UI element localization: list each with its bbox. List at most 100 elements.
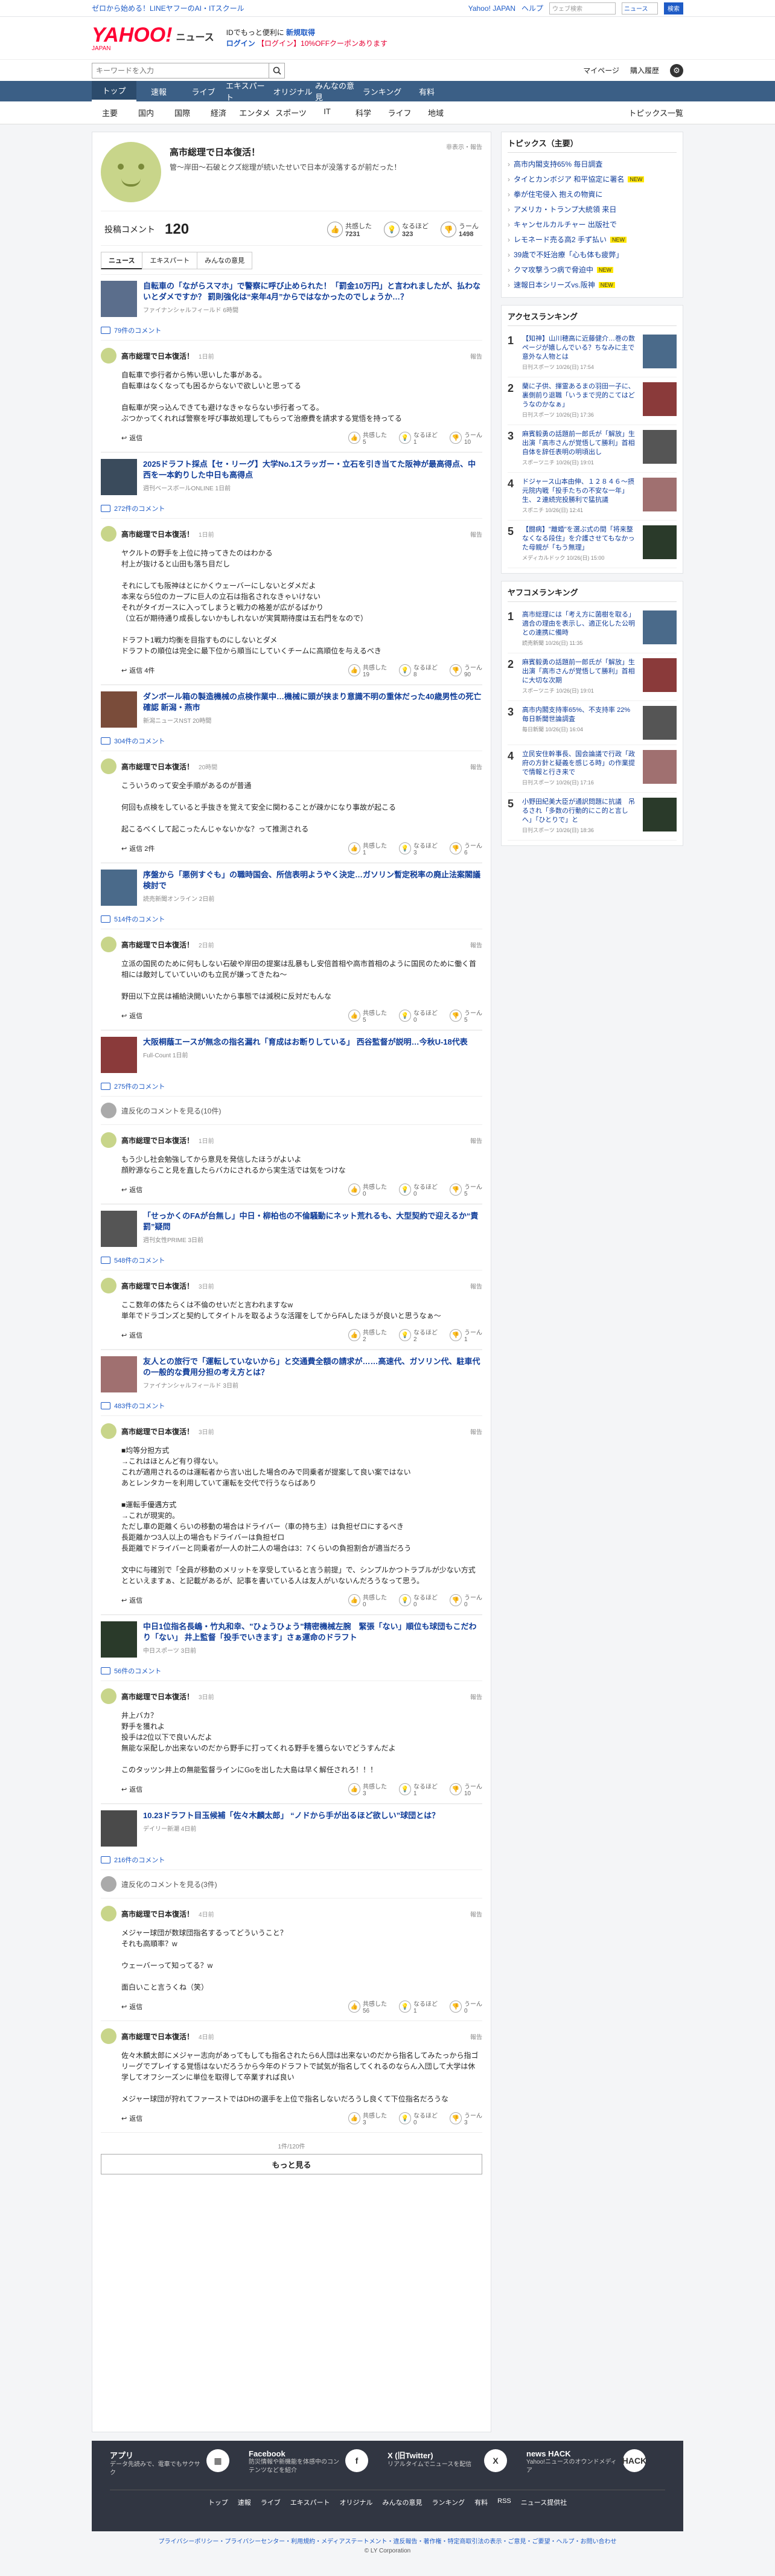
topics-list-link[interactable]: トピックス一覧 — [628, 107, 683, 118]
tab-expert[interactable]: エキスパート — [142, 252, 198, 269]
tab-news[interactable]: ニュース — [101, 252, 143, 269]
footer-link[interactable]: 有料 — [474, 2498, 488, 2507]
comment-count-link[interactable]: 304件のコメント — [101, 731, 482, 751]
comment-author[interactable]: 高市総理で日本復活！ — [121, 940, 194, 950]
topic-title[interactable]: 中日1位指名長嶋・竹丸和幸、"ひょうひょう"精密機械左腕 緊張「ない」順位も球団… — [143, 1621, 482, 1643]
access-ranking-item[interactable]: 5 【闘病】"離婚"を選ぶ式の間「将来整なくなる段住」を介護させてもなかった母親が… — [508, 521, 677, 568]
search-scope-select[interactable]: ニュース — [622, 2, 658, 14]
agree-button[interactable]: 👍 共感した 0 — [348, 1592, 387, 1608]
comment-count-link[interactable]: 548件のコメント — [101, 1251, 482, 1270]
hmm-button[interactable]: 👎 うーん 5 — [450, 1008, 482, 1024]
footer-link[interactable]: みんなの意見 — [382, 2498, 422, 2507]
insightful-button[interactable]: 💡 なるほど 3 — [399, 841, 438, 856]
school-promo-link[interactable]: ゼロから始める！LINEヤフーのAI・ITスクール — [92, 3, 244, 13]
hide-report-link[interactable]: 非表示・報告 — [446, 142, 482, 158]
insightful-button[interactable]: 💡 なるほど 0 — [399, 2110, 438, 2126]
reply-button[interactable]: ↩ 返信 — [121, 433, 142, 443]
help-link[interactable]: ヘルプ — [521, 3, 543, 13]
topic-link[interactable]: 友人との旅行で「運転していないから」と交通費全額の請求が……高速代、ガソリン代、… — [101, 1356, 482, 1392]
comment-ranking-item[interactable]: 1 高市総理には「考え方に菌樹を取る」適合の理由を表示し、適正化した公明との連携に… — [508, 606, 677, 653]
agree-button[interactable]: 👍 共感した 19 — [348, 662, 387, 678]
topic-link[interactable]: 中日1位指名長嶋・竹丸和幸、"ひょうひょう"精密機械左腕 緊張「ない」順位も球団… — [101, 1621, 482, 1658]
hidden-comments-link[interactable]: 違反化のコメントを見る(3件) — [101, 1870, 482, 1898]
topic-link[interactable]: 「せっかくのFAが台無し」中日・柳柏也の不倫騒動にネット荒れるも、大型契約で迎え… — [101, 1211, 482, 1247]
topic-title[interactable]: 10.23ドラフト目玉候補「佐々木麟太郎」 “ノドから手が出るほど欲しい”球団と… — [143, 1810, 439, 1821]
comment-count-link[interactable]: 275件のコメント — [101, 1077, 482, 1097]
web-search-button[interactable]: 検索 — [664, 2, 683, 14]
topic-item[interactable]: › アメリカ・トランプ大統領 来日 — [508, 202, 677, 217]
footer-link[interactable]: オリジナル — [339, 2498, 372, 2507]
footer-xtwitter-item[interactable]: X (旧Twitter) リアルタイムでニュースを配信 X — [388, 2449, 526, 2478]
comment-author[interactable]: 高市総理で日本復活！ — [121, 2031, 194, 2042]
load-more-button[interactable]: もっと見る — [101, 2154, 482, 2174]
comment-ranking-item[interactable]: 5 小野田紀美大臣が通訳問題に抗議 吊るされ「多数の行動的にこ的と言しへ」「ひとり… — [508, 793, 677, 841]
insightful-button[interactable]: 💡 なるほど 0 — [399, 1182, 438, 1197]
snav-it[interactable]: IT — [309, 107, 345, 118]
report-link[interactable]: 報告 — [470, 1281, 482, 1290]
access-ranking-item[interactable]: 3 麻賓毅勇の話題前一郎氏が「解放」生出演「高市さんが覚悟して勝利」首相自体を辞任… — [508, 425, 677, 473]
hmm-button[interactable]: 👎 うーん 6 — [450, 841, 482, 856]
topic-link[interactable]: 自転車の「ながらスマホ」で警察に呼び止められた！「罰金10万円」と言われましたが… — [101, 281, 482, 317]
topic-link[interactable]: 大阪桐蔭エースが無念の指名漏れ「育成はお断りしている」 西谷監督が説明…今秋U-… — [101, 1037, 482, 1073]
hmm-button[interactable]: 👎 うーん 1 — [450, 1327, 482, 1343]
topic-title[interactable]: 序盤から「悪例すぐも」の職時国会、所信表明ようやく決定…ガソリン暫定税率の廃止法… — [143, 870, 482, 891]
footer-link[interactable]: ライブ — [261, 2498, 281, 2507]
topic-item[interactable]: › 拳が住宅侵入 抱えの物資に — [508, 187, 677, 202]
register-link[interactable]: 新規取得 — [286, 28, 315, 37]
tab-opinions[interactable]: みんなの意見 — [197, 252, 253, 269]
topic-item[interactable]: › 速報日本シリーズvs.阪神 NEW — [508, 277, 677, 292]
reply-button[interactable]: ↩ 返信 — [121, 1185, 142, 1194]
footer-newshack-item[interactable]: news HACK Yahoo!ニュースのオウンドメディア HACK — [526, 2449, 665, 2478]
agree-button[interactable]: 👍 共感した 1 — [348, 841, 387, 856]
topic-item[interactable]: › タイとカンボジア 和平協定に署名 NEW — [508, 171, 677, 187]
gnav-original[interactable]: オリジナル — [270, 81, 315, 101]
access-ranking-item[interactable]: 4 ドジャース山本由伸、１２８４６〜摂元院内戦「投手たちの不安な一年」生、２連続完… — [508, 473, 677, 521]
footer-link[interactable]: ニュース提供社 — [521, 2498, 567, 2507]
reply-button[interactable]: ↩ 返信 — [121, 1330, 142, 1340]
topic-item[interactable]: › クマ攻撃うつ病で脅迫中 NEW — [508, 262, 677, 277]
snav-economy[interactable]: 経済 — [200, 107, 237, 118]
snav-sports[interactable]: スポーツ — [273, 107, 309, 118]
comment-ranking-item[interactable]: 3 高市内閣支持率65%、不支持率 22% 毎日新聞世論調査 毎日新聞 10/26(… — [508, 701, 677, 745]
gnav-ranking[interactable]: ランキング — [360, 81, 404, 101]
snav-domestic[interactable]: 国内 — [128, 107, 164, 118]
report-link[interactable]: 報告 — [470, 1136, 482, 1145]
footer-link[interactable]: エキスパート — [290, 2498, 330, 2507]
report-link[interactable]: 報告 — [470, 1909, 482, 1918]
hmm-button[interactable]: 👎 うーん 5 — [450, 1182, 482, 1197]
topic-item[interactable]: › 39歳で不妊治療「心も体も疲弊」 — [508, 247, 677, 262]
topic-title[interactable]: 大阪桐蔭エースが無念の指名漏れ「育成はお断りしている」 西谷監督が説明…今秋U-… — [143, 1037, 468, 1048]
footer-link[interactable]: トップ — [208, 2498, 228, 2507]
topic-link[interactable]: ダンボール箱の製造機械の点検作業中…機械に頭が挟まり意識不明の重体だった40歳男… — [101, 691, 482, 728]
report-link[interactable]: 報告 — [470, 351, 482, 360]
search-icon[interactable] — [269, 63, 284, 78]
snav-entertainment[interactable]: エンタメ — [237, 107, 273, 118]
snav-world[interactable]: 国際 — [164, 107, 200, 118]
hmm-button[interactable]: 👎 うーん 0 — [450, 1592, 482, 1608]
gnav-opinions[interactable]: みんなの意見 — [315, 81, 360, 102]
reply-button[interactable]: ↩ 返信 — [121, 2113, 142, 2123]
topic-link[interactable]: 10.23ドラフト目玉候補「佐々木麟太郎」 “ノドから手が出るほど欲しい”球団と… — [101, 1810, 482, 1847]
report-link[interactable]: 報告 — [470, 762, 482, 771]
footer--item[interactable]: アプリ データ先読みで、電車でもサクサク ▦ — [110, 2449, 249, 2478]
comment-ranking-item[interactable]: 2 麻賓毅勇の話題前一郎氏が「解放」生出演「高市さんが覚悟して勝利」首相に大切な次… — [508, 653, 677, 701]
reply-button[interactable]: ↩ 返信 — [121, 1784, 142, 1794]
access-ranking-item[interactable]: 1 【知神】山川穂高に近藤健介…巻の数ページが嬉しんでいる？ちなみに主で意外な人物… — [508, 330, 677, 377]
snav-science[interactable]: 科学 — [345, 107, 381, 118]
gear-icon[interactable]: ⚙ — [670, 63, 683, 77]
comment-count-link[interactable]: 272件のコメント — [101, 499, 482, 519]
report-link[interactable]: 報告 — [470, 940, 482, 949]
hmm-button[interactable]: 👎 うーん 0 — [450, 1999, 482, 2014]
insightful-button[interactable]: 💡 なるほど 2 — [399, 1327, 438, 1343]
insightful-button[interactable]: 💡 なるほど 0 — [399, 1008, 438, 1024]
topic-title[interactable]: ダンボール箱の製造機械の点検作業中…機械に頭が挟まり意識不明の重体だった40歳男… — [143, 691, 482, 713]
agree-button[interactable]: 👍 共感した 2 — [348, 1327, 387, 1343]
topic-title[interactable]: 友人との旅行で「運転していないから」と交通費全額の請求が……高速代、ガソリン代、… — [143, 1356, 482, 1378]
agree-button[interactable]: 👍 共感した 3 — [348, 2110, 387, 2126]
hmm-button[interactable]: 👎 うーん 3 — [450, 2110, 482, 2126]
topic-link[interactable]: 2025ドラフト採点【セ・リーグ】大学No.1スラッガー・立石を引き当てた阪神が… — [101, 459, 482, 495]
footer-facebook-item[interactable]: Facebook 防災情報や新機能を体感中のコンテンツなどを紹介 f — [249, 2449, 388, 2478]
reply-button[interactable]: ↩ 返信 — [121, 1595, 142, 1605]
legal-links[interactable]: プライバシーポリシー・プライバシーセンター・利用規約・メディアステートメント・違… — [0, 2536, 775, 2545]
comment-author[interactable]: 高市総理で日本復活！ — [121, 1426, 194, 1437]
